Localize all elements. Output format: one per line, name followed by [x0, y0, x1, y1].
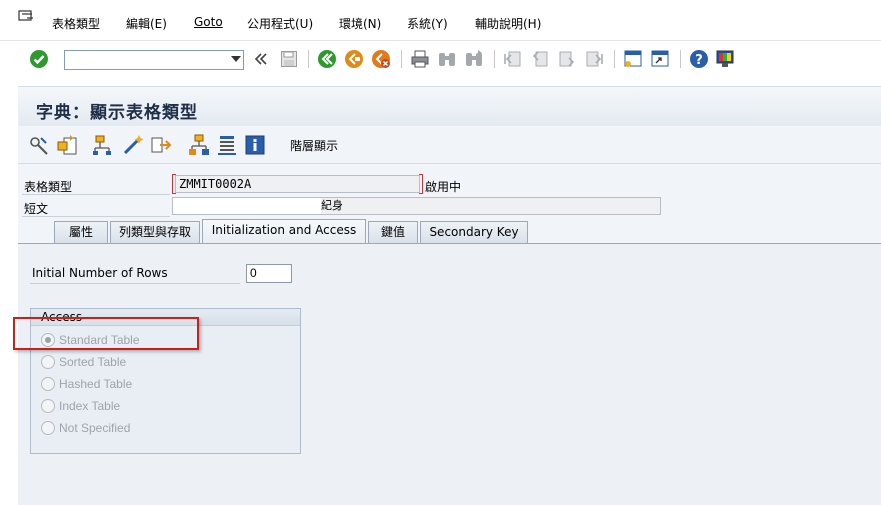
info-icon[interactable]: [244, 134, 266, 156]
shortcut-icon[interactable]: [649, 49, 671, 69]
radio-unselected-icon: [41, 355, 55, 369]
tab-attributes[interactable]: 屬性: [54, 221, 108, 243]
radio-index-table[interactable]: Index Table: [41, 397, 120, 415]
title-bar: 字典：顯示表格類型: [18, 86, 881, 126]
radio-unselected-icon: [41, 377, 55, 391]
save-icon[interactable]: [278, 49, 300, 69]
tab-panel: Initial Number of Rows 0 Access Standard…: [18, 243, 881, 505]
print-icon[interactable]: [409, 49, 431, 69]
menu-edit[interactable]: 編輯(E): [126, 15, 167, 32]
access-group-title: Access: [41, 310, 83, 324]
documentation-icon[interactable]: [216, 134, 238, 156]
access-group: Access Standard Table Sorted Table Hashe…: [30, 308, 301, 454]
radio-label: Hashed Table: [59, 377, 133, 391]
form-area: 表格類型 ZMMIT0002A 啟用中 短文 紀身 屬性 列類型與存取 Init…: [18, 164, 881, 505]
history-chevron-icon[interactable]: [250, 49, 272, 69]
display-change-icon[interactable]: [56, 134, 78, 156]
radio-unselected-icon: [41, 421, 55, 435]
page-title: 字典：顯示表格類型: [36, 103, 198, 123]
customize-layout-icon[interactable]: [714, 49, 736, 69]
table-type-field[interactable]: ZMMIT0002A: [175, 175, 420, 193]
exit-icon[interactable]: [343, 49, 365, 69]
standard-toolbar: ?: [0, 40, 881, 78]
back-icon[interactable]: [316, 49, 338, 69]
command-field[interactable]: [64, 50, 244, 70]
application-toolbar: 階層顯示: [18, 126, 881, 164]
short-text-field[interactable]: 紀身: [172, 197, 661, 215]
menu-help[interactable]: 輔助說明(H): [475, 15, 541, 32]
chevron-down-icon[interactable]: [231, 56, 241, 62]
object-list-icon[interactable]: [188, 134, 210, 156]
radio-not-specified[interactable]: Not Specified: [41, 419, 130, 437]
find-icon[interactable]: [436, 49, 458, 69]
find-next-icon[interactable]: [463, 49, 485, 69]
radio-label: Sorted Table: [59, 355, 127, 369]
hierarchy-display-button[interactable]: 階層顯示: [290, 137, 338, 154]
first-page-icon[interactable]: [502, 49, 524, 69]
tab-line-type-access[interactable]: 列類型與存取: [110, 221, 200, 243]
radio-label: Standard Table: [59, 333, 140, 347]
radio-unselected-icon: [41, 399, 55, 413]
status-text: 啟用中: [425, 180, 462, 194]
radio-selected-icon: [41, 333, 55, 347]
radio-sorted-table[interactable]: Sorted Table: [41, 353, 126, 371]
system-menu-icon[interactable]: [18, 10, 34, 24]
help-icon[interactable]: ?: [688, 49, 710, 69]
previous-page-icon[interactable]: [529, 49, 551, 69]
menu-utilities[interactable]: 公用程式(U): [247, 15, 313, 32]
tab-key[interactable]: 鍵值: [368, 221, 418, 243]
activate-icon[interactable]: [122, 134, 144, 156]
initial-rows-label: Initial Number of Rows: [32, 266, 168, 280]
radio-label: Not Specified: [59, 421, 131, 435]
tab-strip: 屬性 列類型與存取 Initialization and Access 鍵值 S…: [32, 219, 881, 244]
menu-table-type[interactable]: 表格類型: [52, 15, 100, 32]
table-type-label: 表格類型: [24, 180, 73, 194]
transport-icon[interactable]: [150, 134, 172, 156]
short-text-value: 紀身: [321, 199, 343, 212]
radio-label: Index Table: [59, 399, 121, 413]
last-page-icon[interactable]: [583, 49, 605, 69]
next-page-icon[interactable]: [556, 49, 578, 69]
menu-bar: 表格類型 編輯(E) Goto 公用程式(U) 環境(N) 系統(Y) 輔助說明…: [0, 0, 881, 40]
menu-environment[interactable]: 環境(N): [339, 15, 381, 32]
tab-initialization-access[interactable]: Initialization and Access: [202, 219, 366, 244]
short-text-label: 短文: [24, 202, 49, 216]
create-session-icon[interactable]: [622, 49, 644, 69]
cancel-icon[interactable]: [370, 49, 392, 69]
initial-rows-field[interactable]: 0: [246, 264, 292, 283]
enter-check-icon[interactable]: [28, 49, 50, 69]
where-used-icon[interactable]: [92, 134, 114, 156]
other-object-icon[interactable]: [28, 134, 50, 156]
tab-secondary-key[interactable]: Secondary Key: [420, 221, 528, 243]
svg-text:?: ?: [695, 53, 703, 68]
menu-goto[interactable]: Goto: [194, 15, 223, 29]
radio-hashed-table[interactable]: Hashed Table: [41, 375, 132, 393]
radio-standard-table[interactable]: Standard Table: [41, 331, 140, 349]
menu-system[interactable]: 系統(Y): [407, 15, 448, 32]
